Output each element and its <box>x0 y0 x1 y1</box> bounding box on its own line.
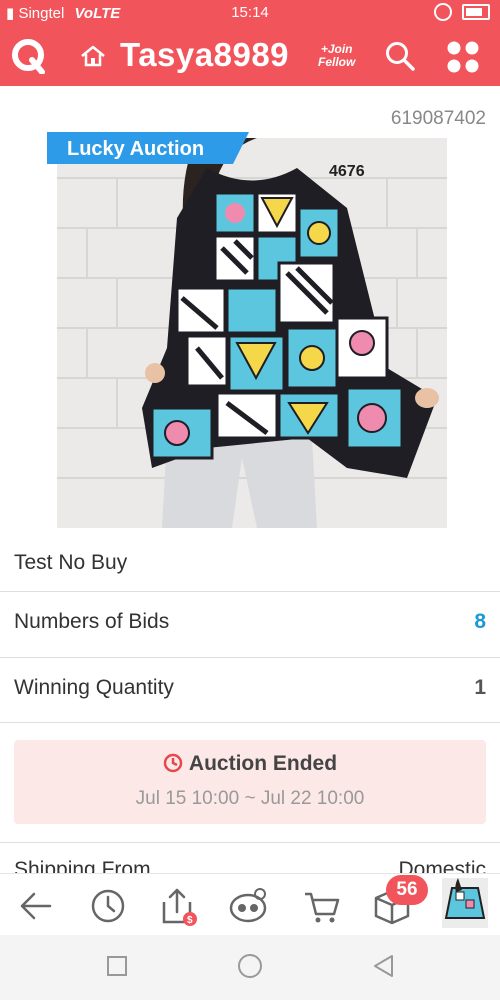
back-triangle-icon[interactable] <box>372 954 394 978</box>
recent-apps-icon[interactable] <box>106 955 128 977</box>
share-upload-icon[interactable]: $ <box>158 886 198 926</box>
recent-item-thumbnail[interactable] <box>442 878 488 928</box>
system-nav-bar <box>0 935 500 1000</box>
shop-title: Tasya8989 <box>120 36 290 73</box>
image-code: 4676 <box>329 163 365 180</box>
product-id: 619087402 <box>390 108 486 129</box>
category-menu-icon[interactable] <box>446 40 480 74</box>
bids-label: Numbers of Bids <box>14 610 170 633</box>
alarm-icon <box>434 3 452 21</box>
product-image[interactable]: 4676 <box>57 138 447 528</box>
auction-dates: Jul 15 10:00 ~ Jul 22 10:00 <box>135 788 365 809</box>
app-header: Tasya8989 +Join Fellow <box>0 26 500 86</box>
home-icon[interactable] <box>80 44 106 68</box>
auction-status: Auction Ended <box>14 752 486 776</box>
cart-icon[interactable] <box>302 886 342 926</box>
lucky-auction-tag: Lucky Auction <box>47 132 249 164</box>
clock: 15:14 <box>231 4 269 21</box>
fellow-line: Fellow <box>318 55 356 69</box>
svg-text:$: $ <box>187 915 193 926</box>
history-clock-icon[interactable] <box>88 886 128 926</box>
home-circle-icon[interactable] <box>237 953 263 979</box>
divider <box>0 722 500 723</box>
product-name: Test No Buy <box>14 551 128 574</box>
winning-quantity-label: Winning Quantity <box>14 676 174 699</box>
lucky-auction-label: Lucky Auction <box>67 138 205 160</box>
messenger-icon[interactable] <box>228 886 268 926</box>
battery-icon <box>462 4 490 20</box>
join-fellow-button[interactable]: +Join Fellow <box>318 43 355 69</box>
bids-row: Numbers of Bids 8 <box>0 610 500 634</box>
clock-icon <box>163 753 183 773</box>
qoo10-logo-icon[interactable] <box>10 38 46 74</box>
winning-quantity-row: Winning Quantity 1 <box>0 676 500 700</box>
auction-status-box: Auction Ended Jul 15 10:00 ~ Jul 22 10:0… <box>14 740 486 824</box>
back-arrow-icon[interactable] <box>16 886 56 926</box>
status-bar: ▮ Singtel VoLTE 15:14 <box>0 0 500 26</box>
divider <box>0 842 500 843</box>
divider <box>0 657 500 658</box>
auction-status-text: Auction Ended <box>188 752 338 775</box>
winning-quantity-value: 1 <box>474 676 486 699</box>
bids-value: 8 <box>474 610 486 633</box>
divider <box>0 591 500 592</box>
search-icon[interactable] <box>384 40 416 72</box>
box-count-badge: 56 <box>386 875 428 905</box>
product-name-row: Test No Buy <box>0 551 500 575</box>
